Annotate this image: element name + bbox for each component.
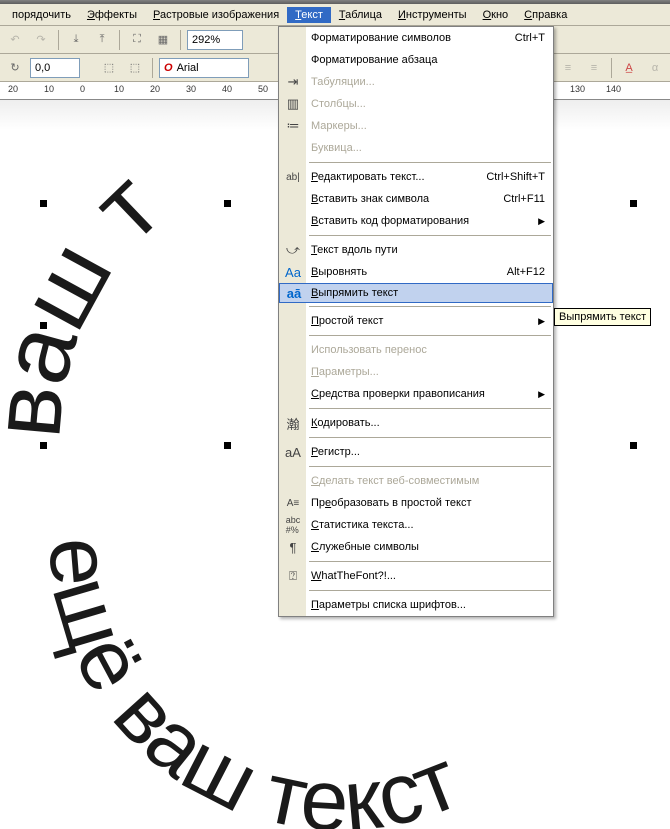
text-menu-dropdown: Форматирование символовCtrl+T Форматиров… [278,26,554,617]
menu-text[interactable]: Текст [287,7,331,23]
menu-bitmap[interactable]: Растровые изображения [145,7,287,23]
import-icon[interactable]: ⤓ [65,29,87,51]
menu-spellcheck[interactable]: Средства проверки правописания▶ [279,383,553,405]
menu-plain-text[interactable]: Простой текст▶ [279,310,553,332]
case-icon: aA [283,442,303,462]
menu-separator [309,408,551,409]
menu-web-compatible: Сделать текст веб-совместимым [279,470,553,492]
menu-tools[interactable]: Инструменты [390,7,475,23]
menu-arrange[interactable]: порядочить [4,7,79,23]
chevron-right-icon: ▶ [538,216,545,227]
straighten-icon: aā [284,283,304,303]
menu-separator [309,466,551,467]
menu-bullets: ≔Маркеры... [279,115,553,137]
menu-tabs: ⇥Табуляции... [279,71,553,93]
menubar: порядочить Эффекты Растровые изображения… [0,4,670,26]
menu-change-case[interactable]: aAРегистр... [279,441,553,463]
grid-icon[interactable]: ▦ [152,29,174,51]
tabs-icon: ⇥ [283,72,303,92]
ruler-label: 140 [606,84,621,94]
wtf-icon: ⍰ [283,566,303,586]
menu-separator [309,306,551,307]
menu-separator [309,437,551,438]
menu-straighten-text[interactable]: aāВыпрямить текст [279,283,553,303]
convert-icon: A≡ [283,493,303,513]
align-center-icon[interactable]: ≡ [583,57,605,79]
align-left-icon[interactable]: ≡ [557,57,579,79]
menu-insert-format-code[interactable]: Вставить код форматирования▶ [279,210,553,232]
columns-icon: ▥ [283,94,303,114]
menu-columns: ▥Столбцы... [279,93,553,115]
zoom-input[interactable]: 292% [187,30,243,50]
separator [611,58,612,78]
fullscreen-icon[interactable]: ⛶ [126,29,148,51]
ruler-label: 40 [222,84,232,94]
rotate-icon[interactable]: ↻ [4,57,26,79]
edit-text-icon: ab| [283,167,303,187]
undo-icon[interactable]: ↶ [4,29,26,51]
ruler-label: 10 [44,84,54,94]
paragraph-icon: ¶ [283,537,303,557]
tooltip: Выпрямить текст [554,308,651,326]
menu-insert-symbol[interactable]: Вставить знак символаCtrl+F11 [279,188,553,210]
separator [152,58,153,78]
menu-separator [309,590,551,591]
export-icon[interactable]: ⤒ [91,29,113,51]
menu-separator [309,162,551,163]
separator [58,30,59,50]
menu-whatthefont[interactable]: ⍰WhatTheFont?!... [279,565,553,587]
separator [119,30,120,50]
menu-edit-text[interactable]: ab|Редактировать текст...Ctrl+Shift+T [279,166,553,188]
encode-icon: 瀚 [283,413,303,433]
ruler-label: 10 [114,84,124,94]
menu-nonprinting[interactable]: ¶Служебные символы [279,536,553,558]
coord-input[interactable]: 0,0 [30,58,80,78]
bullets-icon: ≔ [283,116,303,136]
text-style-icon[interactable]: A̲ [618,57,640,79]
menu-separator [309,335,551,336]
menu-dropcap: Буквица... [279,137,553,159]
ruler-label: 50 [258,84,268,94]
redo-icon[interactable]: ↷ [30,29,52,51]
menu-encode[interactable]: 瀚Кодировать... [279,412,553,434]
menu-para-formatting[interactable]: Форматирование абзаца [279,49,553,71]
align-icon: Aa [283,262,303,282]
menu-font-list-options[interactable]: Параметры списка шрифтов... [279,594,553,616]
menu-char-formatting[interactable]: Форматирование символовCtrl+T [279,27,553,49]
svg-text:ваш т: ваш т [0,151,180,442]
separator [180,30,181,50]
ruler-label: 20 [150,84,160,94]
ruler-label: 0 [80,84,85,94]
ruler-label: 20 [8,84,18,94]
menu-separator [309,561,551,562]
menu-convert-plain[interactable]: A≡Преобразовать в простой текст [279,492,553,514]
font-o-icon: O [164,62,173,74]
menu-window[interactable]: Окно [475,7,517,23]
ruler-label: 130 [570,84,585,94]
alpha-icon[interactable]: α [644,57,666,79]
menu-hyph-params: Параметры... [279,361,553,383]
stats-icon: abc#% [283,515,303,535]
fit-path-icon: ⤻ [283,240,303,260]
menu-help[interactable]: Справка [516,7,575,23]
ruler-label: 30 [186,84,196,94]
menu-effects[interactable]: Эффекты [79,7,145,23]
menu-text-stats[interactable]: abc#%Статистика текста... [279,514,553,536]
chevron-right-icon: ▶ [538,316,545,327]
font-select[interactable]: OArial [159,58,249,78]
chevron-right-icon: ▶ [538,389,545,400]
transform-icon[interactable]: ⬚ [98,57,120,79]
menu-separator [309,235,551,236]
menu-text-on-path[interactable]: ⤻Текст вдоль пути [279,239,553,261]
menu-table[interactable]: Таблица [331,7,390,23]
tool-b-icon[interactable]: ⬚ [124,57,146,79]
menu-hyphenation: Использовать перенос [279,339,553,361]
menu-align-baseline[interactable]: AaВыровнятьAlt+F12 [279,261,553,283]
